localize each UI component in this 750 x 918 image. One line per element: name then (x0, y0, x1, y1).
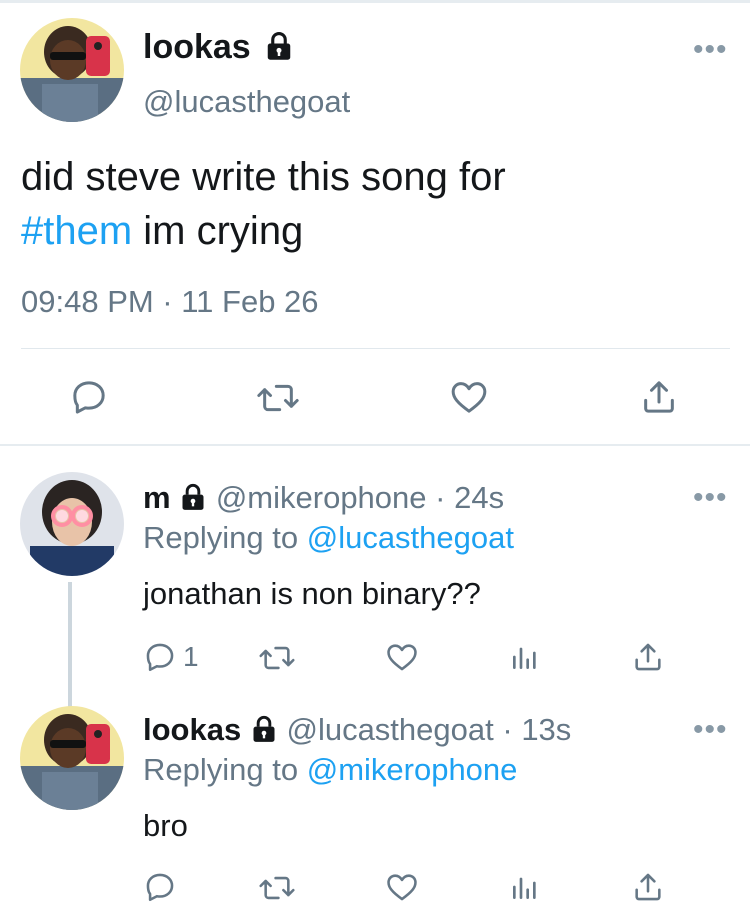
main-display-name[interactable]: lookas (143, 28, 294, 67)
avatar-lookas[interactable] (20, 706, 124, 810)
divider (21, 348, 730, 349)
more-options-icon[interactable]: ••• (693, 483, 728, 513)
analytics-icon (513, 877, 536, 899)
reply-2-reply-button[interactable] (143, 870, 177, 904)
reply-2-handle[interactable]: @lucasthegoat (286, 712, 493, 747)
tweet-timestamp[interactable]: 09:48 PM · 11 Feb 26 (21, 284, 319, 320)
reply-1-display-name[interactable]: m (143, 480, 171, 515)
reply-2-analytics-button[interactable] (509, 870, 541, 904)
retweet-icon (259, 646, 295, 670)
reply-2-text: bro (143, 808, 188, 843)
top-border (0, 0, 750, 3)
reply-2-like-button[interactable] (384, 870, 420, 904)
reply-icon (146, 873, 174, 902)
lock-icon (182, 483, 204, 510)
like-button[interactable] (448, 377, 490, 417)
like-icon (451, 382, 487, 413)
avatar-mikerophone[interactable] (20, 472, 124, 576)
reply-2-display-name[interactable]: lookas (143, 712, 241, 747)
retweet-icon (257, 384, 299, 412)
lock-icon (267, 31, 291, 60)
more-options-icon[interactable]: ••• (693, 715, 728, 745)
reply-1-share-button[interactable] (630, 640, 666, 674)
reply-1-analytics-button[interactable] (509, 640, 541, 674)
reply-1-reply-button[interactable]: 1 (143, 640, 199, 674)
analytics-icon (513, 647, 536, 669)
main-handle[interactable]: @lucasthegoat (143, 84, 350, 120)
reply-icon (146, 643, 174, 672)
like-icon (387, 874, 417, 901)
section-separator (0, 444, 750, 446)
retweet-icon (259, 876, 295, 900)
reply-2-replying-to: Replying to @mikerophone (143, 752, 518, 787)
reply-1-header: m @mikerophone · 24s (143, 480, 505, 515)
reply-count: 1 (183, 641, 199, 672)
thread-connector-line (68, 582, 72, 708)
reply-1-retweet-button[interactable] (258, 641, 296, 675)
reply-1-replying-to: Replying to @lucasthegoat (143, 520, 514, 555)
more-options-icon[interactable]: ••• (693, 35, 728, 65)
share-button[interactable] (638, 377, 680, 417)
share-icon (644, 381, 674, 413)
reply-1-time[interactable]: 24s (454, 480, 504, 515)
avatar-lookas[interactable] (20, 18, 124, 122)
reply-2-share-button[interactable] (630, 870, 666, 904)
share-icon (635, 643, 661, 671)
mention-link[interactable]: @mikerophone (307, 752, 518, 787)
mention-link[interactable]: @lucasthegoat (307, 520, 514, 555)
reply-icon (73, 381, 105, 414)
tweet-text: did steve write this song for #them im cr… (21, 155, 506, 253)
reply-1-like-button[interactable] (384, 640, 420, 674)
reply-button[interactable] (69, 377, 109, 417)
reply-1-handle[interactable]: @mikerophone (216, 480, 427, 515)
reply-1-text: jonathan is non binary?? (143, 576, 481, 611)
reply-2-header: lookas @lucasthegoat · 13s (143, 712, 572, 747)
reply-2-retweet-button[interactable] (258, 871, 296, 905)
hashtag-link[interactable]: #them (21, 209, 132, 253)
lock-icon (253, 715, 275, 742)
like-icon (387, 644, 417, 671)
retweet-button[interactable] (256, 378, 300, 418)
reply-2-time[interactable]: 13s (521, 712, 571, 747)
share-icon (635, 873, 661, 901)
